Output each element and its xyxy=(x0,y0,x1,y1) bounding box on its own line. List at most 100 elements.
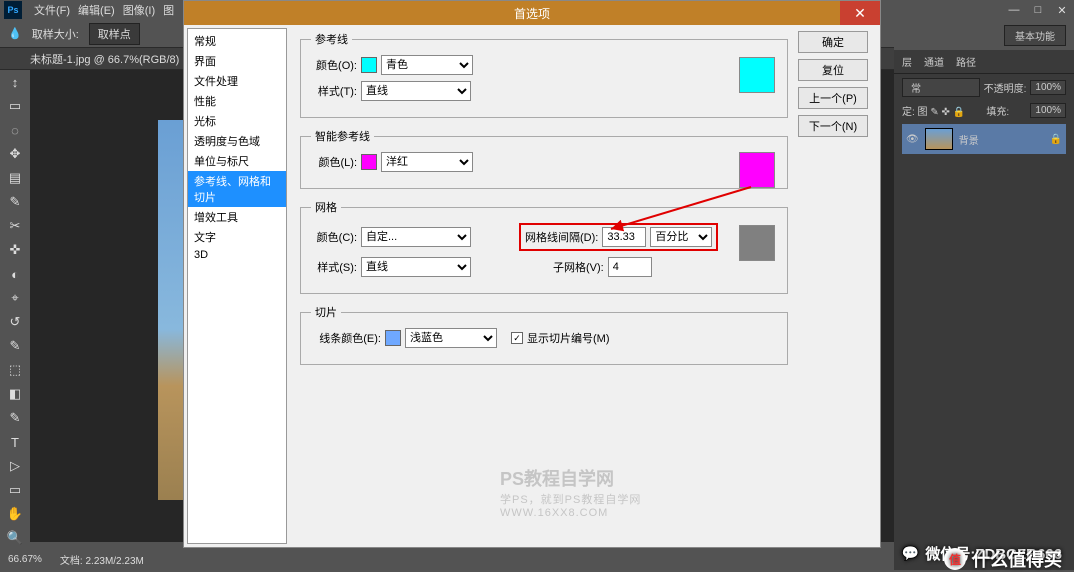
prev-button[interactable]: 上一个(P) xyxy=(798,87,868,109)
smartguides-legend: 智能参考线 xyxy=(311,128,374,144)
eyedropper-icon: 💧 xyxy=(8,27,22,40)
reset-button[interactable]: 复位 xyxy=(798,59,868,81)
window-close[interactable]: ✕ xyxy=(1050,0,1074,20)
subdiv-label: 子网格(V): xyxy=(553,259,604,275)
tool-lasso[interactable]: ◌ xyxy=(3,119,27,141)
subdiv-value-input[interactable] xyxy=(608,257,652,277)
guides-style-label: 样式(T): xyxy=(311,83,357,99)
sidebar-item-interface[interactable]: 界面 xyxy=(188,51,286,71)
tool-brush[interactable]: ✜ xyxy=(3,239,27,261)
tool-path[interactable]: ▷ xyxy=(3,455,27,477)
sample-size-select[interactable]: 取样点 xyxy=(89,23,140,45)
show-slice-numbers-label: 显示切片编号(M) xyxy=(527,330,610,346)
layer-name: 背景 xyxy=(959,132,979,147)
workspace-switcher[interactable]: 基本功能 xyxy=(1004,25,1066,46)
fill-value[interactable]: 100% xyxy=(1030,103,1066,118)
sidebar-item-units[interactable]: 单位与标尺 xyxy=(188,151,286,171)
ok-button[interactable]: 确定 xyxy=(798,31,868,53)
layer-thumb xyxy=(925,128,953,150)
sidebar-item-filehandling[interactable]: 文件处理 xyxy=(188,71,286,91)
lock-icon: 🔒 xyxy=(1050,134,1062,145)
tool-eraser[interactable]: ↺ xyxy=(3,311,27,333)
sidebar-item-performance[interactable]: 性能 xyxy=(188,91,286,111)
fill-label: 填充: xyxy=(986,103,1009,118)
grid-style-label: 样式(S): xyxy=(311,259,357,275)
eye-icon[interactable]: 👁 xyxy=(906,134,919,145)
guides-legend: 参考线 xyxy=(311,31,352,47)
watermark-left: PS教程自学网 学PS，就到PS教程自学网 WWW.16XX8.COM xyxy=(500,465,641,519)
dialog-close-button[interactable]: ✕ xyxy=(840,1,880,25)
menu-file[interactable]: 文件(F) xyxy=(30,2,74,18)
guides-swatch[interactable] xyxy=(739,57,775,93)
sidebar-item-plugins[interactable]: 增效工具 xyxy=(188,207,286,227)
sidebar-item-general[interactable]: 常规 xyxy=(188,31,286,51)
guides-color-select[interactable]: 青色 xyxy=(381,55,473,75)
opacity-label: 不透明度: xyxy=(984,80,1027,95)
tool-healing[interactable]: ✂ xyxy=(3,215,27,237)
menu-image[interactable]: 图像(I) xyxy=(119,2,159,18)
window-maximize[interactable]: □ xyxy=(1026,0,1050,20)
sidebar-item-guides[interactable]: 参考线、网格和切片 xyxy=(188,171,286,207)
guides-color-label: 颜色(O): xyxy=(311,57,357,73)
group-grid: 网格 颜色(C): 自定... 网格线间隔(D): 百分比 xyxy=(300,199,788,294)
guides-style-select[interactable]: 直线 xyxy=(361,81,471,101)
smartguides-color-label: 颜色(L): xyxy=(311,154,357,170)
show-slice-numbers-checkbox[interactable]: ✓ xyxy=(511,332,523,344)
grid-swatch[interactable] xyxy=(739,225,775,261)
tool-shape[interactable]: ▭ xyxy=(3,479,27,501)
menu-edit[interactable]: 编辑(E) xyxy=(74,2,119,18)
smartguides-color-select[interactable]: 洋红 xyxy=(381,152,473,172)
tool-zoom[interactable]: 🔍 xyxy=(3,527,27,549)
zoom-percent[interactable]: 66.67% xyxy=(8,554,42,565)
smartguides-small-swatch xyxy=(361,154,377,170)
tool-blur[interactable]: ⬚ xyxy=(3,359,27,381)
slices-linecolor-label: 线条颜色(E): xyxy=(311,330,381,346)
guides-small-swatch xyxy=(361,57,377,73)
gridline-value-input[interactable] xyxy=(602,227,646,247)
sidebar-item-transparency[interactable]: 透明度与色域 xyxy=(188,131,286,151)
tab-channels[interactable]: 通道 xyxy=(924,54,944,69)
gridline-unit-select[interactable]: 百分比 xyxy=(650,227,712,247)
tab-paths[interactable]: 路径 xyxy=(956,54,976,69)
prefs-sidebar: 常规 界面 文件处理 性能 光标 透明度与色域 单位与标尺 参考线、网格和切片 … xyxy=(187,28,287,544)
gridline-label: 网格线间隔(D): xyxy=(525,229,598,245)
tool-gradient[interactable]: ✎ xyxy=(3,335,27,357)
lock-row[interactable]: 定: 图 ✎ ✜ 🔒 xyxy=(902,103,965,118)
group-guides: 参考线 颜色(O): 青色 样式(T): 直线 xyxy=(300,31,788,118)
panels: 基本功能 层 通道 路径 常 不透明度: 100% 定: 图 ✎ ✜ 🔒 填充:… xyxy=(894,20,1074,570)
layer-row-background[interactable]: 👁 背景 🔒 xyxy=(902,124,1066,154)
tool-pen[interactable]: ✎ xyxy=(3,407,27,429)
dialog-titlebar[interactable]: 首选项 ✕ xyxy=(184,1,880,25)
slices-legend: 切片 xyxy=(311,304,341,320)
tool-crop[interactable]: ▤ xyxy=(3,167,27,189)
grid-color-select[interactable]: 自定... xyxy=(361,227,471,247)
doc-info: 文档: 2.23M/2.23M xyxy=(60,552,144,567)
sidebar-item-type[interactable]: 文字 xyxy=(188,227,286,247)
watermark-brand: 值 什么值得买 xyxy=(944,546,1062,572)
tool-wand[interactable]: ✥ xyxy=(3,143,27,165)
gridline-highlight: 网格线间隔(D): 百分比 xyxy=(519,223,718,251)
blend-mode-select[interactable]: 常 xyxy=(902,78,980,97)
tool-history[interactable]: ⌖ xyxy=(3,287,27,309)
next-button[interactable]: 下一个(N) xyxy=(798,115,868,137)
slices-linecolor-select[interactable]: 浅蓝色 xyxy=(405,328,497,348)
tool-marquee[interactable]: ▭ xyxy=(3,95,27,117)
menu-layer[interactable]: 图 xyxy=(159,2,178,18)
opacity-value[interactable]: 100% xyxy=(1030,80,1066,95)
window-minimize[interactable]: — xyxy=(1002,0,1026,20)
grid-color-label: 颜色(C): xyxy=(311,229,357,245)
tool-hand[interactable]: ✋ xyxy=(3,503,27,525)
tool-eyedropper[interactable]: ✎ xyxy=(3,191,27,213)
app-logo: Ps xyxy=(4,1,22,19)
smartguides-swatch[interactable] xyxy=(739,152,775,188)
grid-style-select[interactable]: 直线 xyxy=(361,257,471,277)
tool-text[interactable]: T xyxy=(3,431,27,453)
prefs-content: 参考线 颜色(O): 青色 样式(T): 直线 智能参考线 颜色(L): xyxy=(290,25,798,547)
grid-legend: 网格 xyxy=(311,199,341,215)
sidebar-item-3d[interactable]: 3D xyxy=(188,247,286,263)
tool-dodge[interactable]: ◧ xyxy=(3,383,27,405)
sidebar-item-cursors[interactable]: 光标 xyxy=(188,111,286,131)
tool-stamp[interactable]: ◐ xyxy=(3,263,27,285)
tab-layers[interactable]: 层 xyxy=(902,54,912,69)
tool-move[interactable]: ↕ xyxy=(3,71,27,93)
